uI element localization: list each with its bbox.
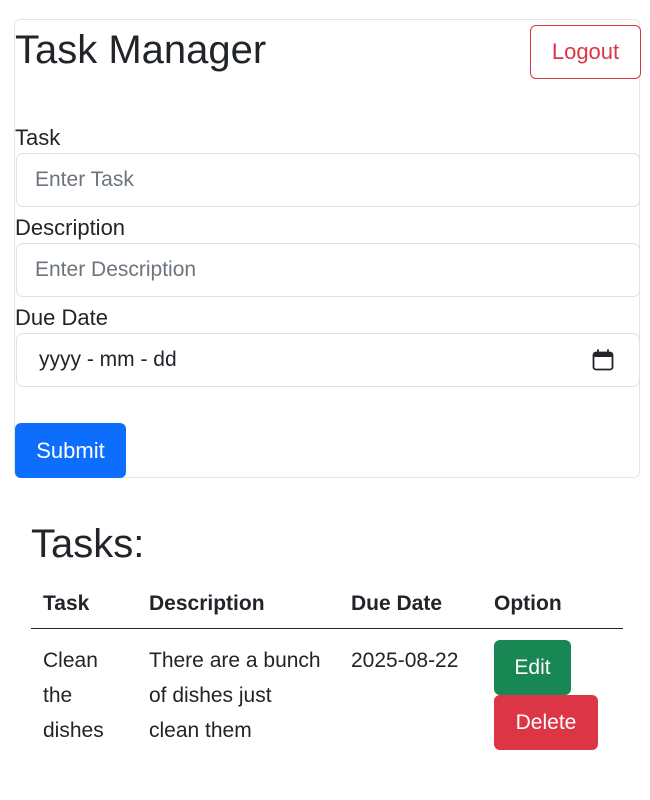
- due-date-value: yyyy - mm - dd: [39, 348, 177, 371]
- logout-button[interactable]: Logout: [530, 25, 641, 79]
- column-header-due-date: Due Date: [339, 584, 482, 629]
- due-date-label: Due Date: [15, 305, 108, 330]
- column-header-option: Option: [482, 584, 623, 629]
- description-cell: There are a bunch of dishes just clean t…: [149, 649, 321, 742]
- submit-button[interactable]: Submit: [15, 423, 126, 478]
- due-date-cell: 2025-08-22: [351, 649, 459, 672]
- tasks-heading: Tasks:: [31, 522, 145, 566]
- option-cell: Edit Delete: [482, 629, 623, 761]
- column-header-task: Task: [31, 584, 137, 629]
- delete-button[interactable]: Delete: [494, 695, 598, 750]
- description-input[interactable]: [16, 243, 640, 297]
- tasks-table: Task Description Due Date Option Clean t…: [31, 584, 623, 760]
- description-label: Description: [15, 215, 126, 240]
- task-form-card: Task Manager Logout Task Description Due…: [14, 19, 641, 478]
- calendar-icon[interactable]: [592, 349, 614, 371]
- table-header-row: Task Description Due Date Option: [31, 584, 623, 629]
- due-date-input[interactable]: yyyy - mm - dd: [16, 333, 640, 387]
- page-title: Task Manager: [15, 28, 267, 72]
- edit-button[interactable]: Edit: [494, 640, 571, 695]
- column-header-description: Description: [137, 584, 339, 629]
- task-label: Task: [15, 125, 61, 150]
- task-cell: Clean the dishes: [43, 649, 104, 742]
- task-input[interactable]: [16, 153, 640, 207]
- table-row: Clean the dishes There are a bunch of di…: [31, 629, 623, 761]
